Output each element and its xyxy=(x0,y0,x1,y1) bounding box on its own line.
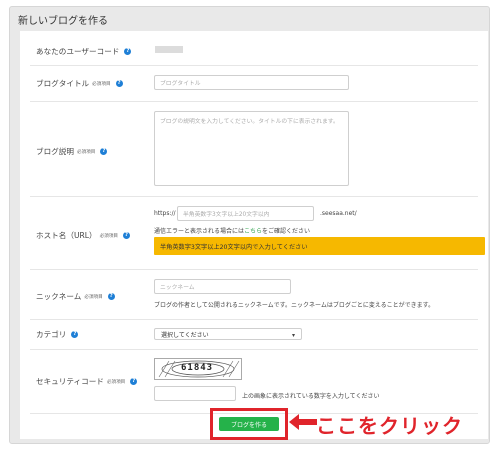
arrow-left-icon xyxy=(289,414,317,430)
blog-desc-label-wrap: ブログ説明 必須項目 ? xyxy=(36,146,108,157)
row-blog-desc: ブログ説明 必須項目 ? ブログの説明文を入力してください。タイトルの下に表示さ… xyxy=(30,101,478,197)
host-hint-link[interactable]: こちら xyxy=(244,228,262,235)
security-hint: 上の画象に表示されている数字を入力してください xyxy=(242,393,380,400)
row-category: カテゴリ ? 選択してください ▾ xyxy=(30,319,478,350)
row-host: ホスト名（URL） 必須項目 ? https:// 半角英数字3文字以上20文字… xyxy=(30,196,485,270)
user-code-value xyxy=(155,46,183,53)
help-icon[interactable]: ? xyxy=(123,232,131,239)
user-code-label: あなたのユーザーコード xyxy=(36,47,120,56)
row-nickname: ニックネーム 必須項目 ? ニックネーム ブログの作者として公開されるニックネー… xyxy=(30,269,478,320)
required-tag: 必須項目 xyxy=(84,294,103,300)
chevron-down-icon: ▾ xyxy=(291,332,295,339)
nickname-label: ニックネーム xyxy=(36,292,82,301)
url-prefix: https:// xyxy=(154,210,176,217)
category-select[interactable]: 選択してください ▾ xyxy=(154,328,302,340)
blog-title-label: ブログタイトル xyxy=(36,79,90,88)
category-selected: 選択してください xyxy=(161,331,209,339)
url-suffix: .seesaa.net/ xyxy=(320,210,357,217)
form-card: あなたのユーザーコード ? ブログタイトル 必須項目 ? ブログタイトル ブログ… xyxy=(20,31,488,439)
host-input[interactable]: 半角英数字3文字以上20文字以内 xyxy=(177,206,314,221)
category-label: カテゴリ xyxy=(36,330,67,339)
help-icon[interactable]: ? xyxy=(124,48,132,55)
create-blog-panel: 新しいブログを作る あなたのユーザーコード ? ブログタイトル 必須項目 ? ブ… xyxy=(9,6,490,444)
click-here-annotation: ここをクリック xyxy=(316,414,463,438)
submit-highlight-box: ブログを作る xyxy=(210,408,288,440)
help-icon[interactable]: ? xyxy=(100,148,108,155)
row-user-code: あなたのユーザーコード ? xyxy=(30,31,478,66)
host-label-wrap: ホスト名（URL） 必須項目 ? xyxy=(36,230,131,241)
category-label-wrap: カテゴリ ? xyxy=(36,329,79,340)
required-tag: 必須項目 xyxy=(92,81,111,87)
host-hint-before: 通信エラーと表示される場合には xyxy=(154,228,245,235)
security-label: セキュリティコード xyxy=(36,377,104,386)
user-code-label-wrap: あなたのユーザーコード ? xyxy=(36,46,132,57)
row-blog-title: ブログタイトル 必須項目 ? ブログタイトル xyxy=(30,65,478,102)
host-hint-after: をご確認ください xyxy=(262,228,311,235)
blog-desc-label: ブログ説明 xyxy=(36,147,74,156)
nickname-label-wrap: ニックネーム 必須項目 ? xyxy=(36,291,115,302)
host-warning: 半角英数字3文字以上20文字以内で入力してください xyxy=(154,237,485,255)
required-tag: 必須項目 xyxy=(76,149,96,155)
nickname-input[interactable]: ニックネーム xyxy=(154,279,291,294)
security-input[interactable] xyxy=(154,386,236,401)
required-tag: 必須項目 xyxy=(99,233,119,239)
help-icon[interactable]: ? xyxy=(107,293,115,300)
blog-desc-textarea[interactable]: ブログの説明文を入力してください。タイトルの下に表示されます。 xyxy=(154,111,349,186)
help-icon[interactable]: ? xyxy=(130,378,138,385)
required-tag: 必須項目 xyxy=(106,379,126,385)
captcha-text: 61843 xyxy=(181,363,214,373)
help-icon[interactable]: ? xyxy=(115,80,123,87)
row-security: セキュリティコード 必須項目 ? 61843 上の画象に表示されている数字を入力… xyxy=(30,349,478,414)
panel-title: 新しいブログを作る xyxy=(18,16,108,27)
create-blog-button[interactable]: ブログを作る xyxy=(219,417,279,431)
security-label-wrap: セキュリティコード 必須項目 ? xyxy=(36,376,138,387)
blog-title-label-wrap: ブログタイトル 必須項目 ? xyxy=(36,78,123,89)
host-label: ホスト名（URL） xyxy=(36,231,97,240)
captcha-image: 61843 xyxy=(154,358,242,380)
help-icon[interactable]: ? xyxy=(71,331,79,338)
blog-title-input[interactable]: ブログタイトル xyxy=(154,75,349,90)
nickname-hint: ブログの作者として公開されるニックネームです。ニックネームはブログごとに変えるこ… xyxy=(154,302,435,309)
host-hint: 通信エラーと表示される場合にはこちらをご確認ください xyxy=(154,226,310,235)
